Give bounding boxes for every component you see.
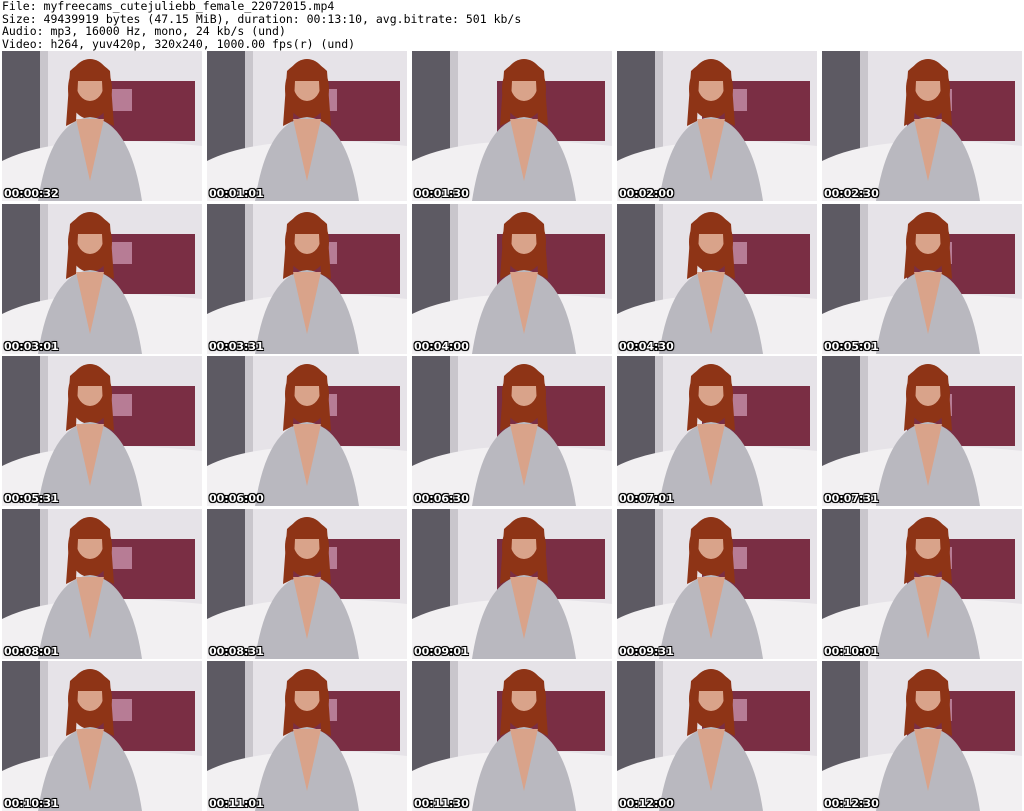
video-thumbnail: 00:06:30 [412, 356, 612, 506]
video-thumbnail: 00:12:00 [617, 661, 817, 811]
video-thumbnail: 00:10:31 [2, 661, 202, 811]
thumbnail-timestamp: 00:11:30 [414, 797, 469, 810]
thumbnail-timestamp: 00:02:30 [824, 187, 879, 200]
thumbnail-frame-image [412, 203, 612, 354]
thumbnail-frame-image [2, 508, 202, 659]
video-thumbnail: 00:03:01 [2, 203, 202, 354]
thumbnail-timestamp: 00:12:30 [824, 797, 879, 810]
video-thumbnail: 00:00:32 [2, 51, 202, 201]
thumbnail-timestamp: 00:11:01 [209, 797, 264, 810]
video-thumbnail: 00:02:00 [617, 51, 817, 201]
thumbnail-frame-image [207, 508, 407, 659]
thumbnail-timestamp: 00:06:30 [414, 492, 469, 505]
thumbnail-timestamp: 00:09:01 [414, 644, 469, 658]
thumbnail-frame-image [412, 356, 612, 506]
thumbnail-timestamp: 00:03:01 [4, 339, 59, 353]
video-info-line: Video: h264, yuv420p, 320x240, 1000.00 f… [2, 36, 356, 51]
thumbnail-frame-image [822, 508, 1022, 659]
video-thumbnail: 00:07:01 [617, 356, 817, 506]
thumbnail-frame-image [617, 203, 817, 354]
thumbnail-timestamp: 00:04:30 [619, 339, 674, 353]
audio-info-line: Audio: mp3, 16000 Hz, mono, 24 kb/s (und… [2, 24, 286, 38]
thumbnail-timestamp: 00:05:01 [824, 339, 879, 353]
thumbnail-timestamp: 00:05:31 [4, 492, 59, 505]
thumbnail-frame-image [617, 508, 817, 659]
thumbnail-frame-image [2, 203, 202, 354]
video-thumbnail: 00:04:30 [617, 203, 817, 354]
video-thumbnail: 00:11:30 [412, 661, 612, 811]
thumbnail-timestamp: 00:01:30 [414, 187, 469, 200]
video-thumbnail: 00:02:30 [822, 51, 1022, 201]
video-thumbnail: 00:03:31 [207, 203, 407, 354]
video-thumbnail: 00:09:01 [412, 508, 612, 659]
thumbnail-timestamp: 00:00:32 [4, 187, 59, 200]
video-thumbnail: 00:10:01 [822, 508, 1022, 659]
thumbnail-timestamp: 00:08:31 [209, 644, 264, 658]
thumbnail-frame-image [822, 51, 1022, 201]
thumbnail-timestamp: 00:07:31 [824, 492, 879, 505]
thumbnail-timestamp: 00:10:01 [824, 644, 879, 658]
thumbnail-timestamp: 00:02:00 [619, 187, 674, 200]
thumbnail-timestamp: 00:01:01 [209, 187, 264, 200]
thumbnail-frame-image [207, 203, 407, 354]
video-thumbnail: 00:01:01 [207, 51, 407, 201]
thumbnail-frame-image [207, 661, 407, 811]
thumbnail-frame-image [617, 51, 817, 201]
thumbnail-grid: 00:00:32 00:01:01 00:01:30 00:02:00 00:02:30… [2, 51, 1022, 811]
thumbnail-frame-image [207, 51, 407, 201]
thumbnail-timestamp: 00:03:31 [209, 339, 264, 353]
video-thumbnail: 00:01:30 [412, 51, 612, 201]
thumbnail-frame-image [207, 356, 407, 506]
thumbnail-timestamp: 00:09:31 [619, 644, 674, 658]
thumbnail-frame-image [412, 508, 612, 659]
thumbnail-frame-image [2, 661, 202, 811]
video-thumbnail: 00:08:31 [207, 508, 407, 659]
thumbnail-timestamp: 00:10:31 [4, 797, 59, 810]
video-thumbnail: 00:11:01 [207, 661, 407, 811]
thumbnail-timestamp: 00:12:00 [619, 797, 674, 810]
thumbnail-frame-image [617, 356, 817, 506]
thumbnail-frame-image [412, 51, 612, 201]
thumbnail-frame-image [412, 661, 612, 811]
thumbnail-frame-image [822, 356, 1022, 506]
thumbnail-timestamp: 00:04:00 [414, 339, 469, 353]
video-thumbnail: 00:05:01 [822, 203, 1022, 354]
thumbnail-timestamp: 00:07:01 [619, 492, 674, 505]
thumbnail-frame-image [822, 661, 1022, 811]
video-thumbnail: 00:05:31 [2, 356, 202, 506]
thumbnail-frame-image [2, 356, 202, 506]
thumbnail-timestamp: 00:06:00 [209, 492, 264, 505]
thumbnail-frame-image [617, 661, 817, 811]
video-thumbnail: 00:08:01 [2, 508, 202, 659]
thumbnail-frame-image [822, 203, 1022, 354]
file-info-header: File: myfreecams_cutejuliebb_female_2207… [2, 0, 1022, 50]
file-name-line: File: myfreecams_cutejuliebb_female_2207… [2, 0, 335, 13]
thumbnail-frame-image [2, 51, 202, 201]
video-thumbnail: 00:04:00 [412, 203, 612, 354]
thumbnail-timestamp: 00:08:01 [4, 644, 59, 658]
video-thumbnail: 00:07:31 [822, 356, 1022, 506]
video-thumbnail: 00:12:30 [822, 661, 1022, 811]
video-thumbnail: 00:06:00 [207, 356, 407, 506]
video-thumbnail: 00:09:31 [617, 508, 817, 659]
